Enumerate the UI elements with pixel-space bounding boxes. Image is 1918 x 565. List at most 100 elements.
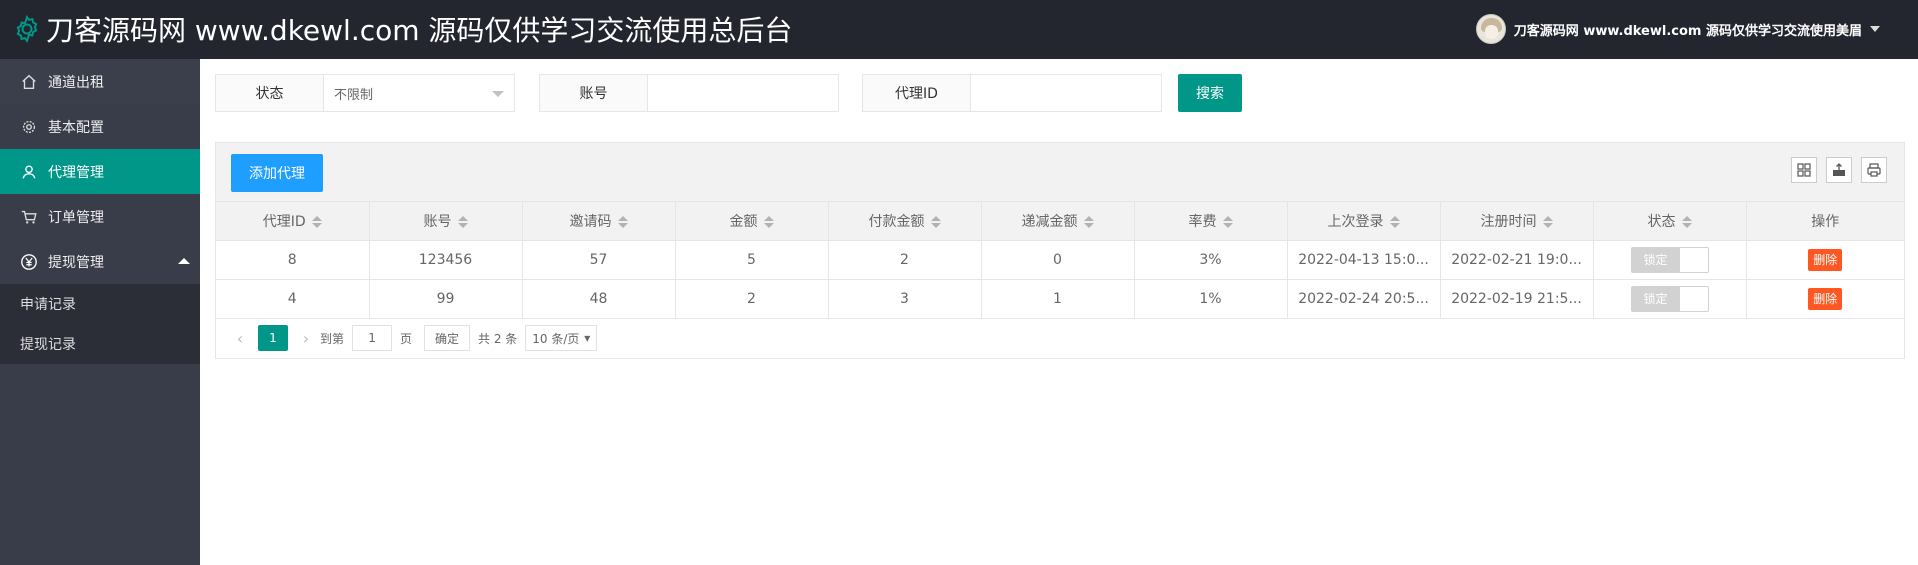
cell-paid-amount: 2 (828, 240, 982, 280)
cell-amount: 2 (675, 279, 829, 319)
account-filter-label: 账号 (540, 75, 648, 111)
cell-status: 锁定 (1593, 279, 1747, 319)
cell-paid-amount: 3 (828, 279, 982, 319)
sort-icon[interactable] (1681, 215, 1692, 228)
chevron-down-icon (1870, 26, 1880, 32)
sidebar-item-label: 基本配置 (48, 119, 104, 136)
cell-invite-code: 57 (522, 240, 676, 280)
app-title: 刀客源码网 www.dkewl.com 源码仅供学习交流使用总后台 (46, 14, 793, 47)
sidebar-item-channel-rental[interactable]: 通道出租 (0, 59, 200, 104)
cell-last-login: 2022-04-13 15:0... (1287, 240, 1441, 280)
table-row: 4 99 48 2 3 1 1% 2022-02-24 20:5... 2022… (216, 279, 1904, 319)
account-input[interactable] (648, 75, 838, 111)
sidebar-item-order-management[interactable]: 订单管理 (0, 194, 200, 239)
agent-id-filter: 代理ID (862, 74, 1162, 112)
sidebar-item-agent-management[interactable]: 代理管理 (0, 149, 200, 194)
sort-icon[interactable] (457, 215, 468, 228)
lock-switch-label: 锁定 (1631, 247, 1680, 272)
cell-status: 锁定 (1593, 240, 1747, 280)
cell-agent-id: 8 (216, 240, 370, 280)
sort-icon[interactable] (1389, 215, 1400, 228)
gear-icon (22, 120, 36, 133)
status-select[interactable]: 不限制 (324, 75, 514, 111)
columns-icon[interactable] (1791, 157, 1817, 183)
avatar (1475, 14, 1506, 44)
sidebar-subitem-apply-records[interactable]: 申请记录 (0, 284, 200, 324)
cell-rate: 1% (1134, 279, 1288, 319)
sidebar-item-withdraw-management[interactable]: 提现管理 (0, 239, 200, 284)
column-header-action: 操作 (1746, 202, 1904, 241)
column-header-status[interactable]: 状态 (1593, 202, 1747, 241)
status-select-value: 不限制 (334, 87, 374, 103)
column-header-agent-id[interactable]: 代理ID (216, 202, 370, 241)
page-size-value: 10 条/页 (532, 331, 580, 346)
pagination: ‹ 1 › 到第 1 页 确定 共 2 条 10 条/页 ▾ (216, 319, 1904, 358)
chevron-up-icon (178, 258, 190, 264)
agent-id-filter-label: 代理ID (863, 75, 971, 111)
sort-icon[interactable] (617, 215, 628, 228)
sidebar-item-label: 提现管理 (48, 254, 104, 271)
column-header-paid-amount[interactable]: 付款金额 (828, 202, 982, 241)
column-header-account[interactable]: 账号 (369, 202, 523, 241)
prev-page-icon[interactable]: ‹ (228, 329, 252, 348)
user-icon (22, 164, 36, 178)
user-menu[interactable]: 刀客源码网 www.dkewl.com 源码仅供学习交流使用美眉 (1475, 14, 1880, 44)
table-row: 8 123456 57 5 2 0 3% 2022-04-13 15:0... … (216, 240, 1904, 280)
agent-table: 代理ID 账号 邀请码 金额 付款金额 递减金额 率费 上次登录 注册时间 状态… (216, 202, 1904, 319)
cell-action: 删除 (1746, 240, 1904, 280)
cell-account: 99 (369, 279, 523, 319)
cell-rate: 3% (1134, 240, 1288, 280)
sort-icon[interactable] (763, 215, 774, 228)
add-agent-button[interactable]: 添加代理 (231, 154, 323, 192)
caret-down-icon: ▾ (584, 331, 591, 345)
sidebar-submenu: 申请记录 提现记录 (0, 284, 200, 364)
sort-icon[interactable] (311, 215, 322, 228)
gear-logo-icon (16, 14, 38, 44)
yen-icon (21, 253, 37, 270)
column-header-last-login[interactable]: 上次登录 (1287, 202, 1441, 241)
confirm-page-button[interactable]: 确定 (424, 325, 471, 351)
top-header: 刀客源码网 www.dkewl.com 源码仅供学习交流使用总后台 刀客源码网 … (0, 0, 1918, 59)
account-filter: 账号 (539, 74, 839, 112)
print-icon[interactable] (1861, 157, 1887, 183)
user-name: 刀客源码网 www.dkewl.com 源码仅供学习交流使用美眉 (1513, 23, 1862, 39)
cart-icon (21, 210, 37, 224)
status-filter: 状态 不限制 (215, 74, 515, 112)
lock-switch[interactable]: 锁定 (1630, 246, 1709, 273)
home-icon (22, 74, 36, 89)
page-unit-label: 页 (400, 331, 413, 346)
cell-register-time: 2022-02-21 19:0... (1440, 240, 1594, 280)
table-header-row: 代理ID 账号 邀请码 金额 付款金额 递减金额 率费 上次登录 注册时间 状态… (216, 202, 1904, 241)
sidebar-item-basic-config[interactable]: 基本配置 (0, 104, 200, 149)
column-header-decrease-amount[interactable]: 递减金额 (981, 202, 1135, 241)
agent-id-input[interactable] (971, 75, 1161, 111)
sort-icon[interactable] (1542, 215, 1553, 228)
current-page[interactable]: 1 (258, 325, 288, 351)
search-button[interactable]: 搜索 (1178, 74, 1242, 112)
cell-invite-code: 48 (522, 279, 676, 319)
page-number-input[interactable]: 1 (352, 325, 393, 351)
delete-button[interactable]: 删除 (1808, 248, 1843, 271)
page-size-select[interactable]: 10 条/页 ▾ (525, 325, 598, 351)
column-header-amount[interactable]: 金额 (675, 202, 829, 241)
lock-switch-label: 锁定 (1631, 286, 1680, 311)
cell-agent-id: 4 (216, 279, 370, 319)
status-filter-label: 状态 (216, 75, 324, 111)
lock-switch[interactable]: 锁定 (1630, 285, 1709, 312)
sort-icon[interactable] (1222, 215, 1233, 228)
column-header-invite-code[interactable]: 邀请码 (522, 202, 676, 241)
sidebar: 通道出租 基本配置 代理管理 订单管理 提现管理 申请记录 提现记录 (0, 59, 200, 565)
delete-button[interactable]: 删除 (1808, 287, 1843, 310)
sort-icon[interactable] (930, 215, 941, 228)
sidebar-item-label: 订单管理 (48, 209, 104, 226)
sidebar-subitem-withdraw-records[interactable]: 提现记录 (0, 324, 200, 364)
cell-amount: 5 (675, 240, 829, 280)
logo[interactable]: 刀客源码网 www.dkewl.com 源码仅供学习交流使用总后台 (12, 9, 792, 49)
cell-last-login: 2022-02-24 20:5... (1287, 279, 1441, 319)
sort-icon[interactable] (1083, 215, 1094, 228)
export-icon[interactable] (1826, 157, 1852, 183)
cell-account: 123456 (369, 240, 523, 280)
column-header-register-time[interactable]: 注册时间 (1440, 202, 1594, 241)
next-page-icon[interactable]: › (294, 329, 318, 348)
column-header-rate[interactable]: 率费 (1134, 202, 1288, 241)
